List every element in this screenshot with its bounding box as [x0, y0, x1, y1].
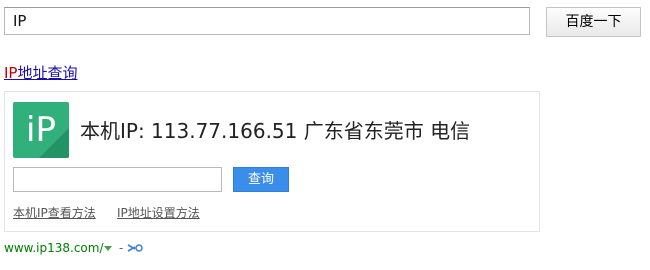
result-title-link[interactable]: IP地址查询 — [4, 63, 78, 83]
dropdown-arrow-icon[interactable] — [104, 246, 112, 251]
ip-logo-text: iP — [26, 110, 56, 150]
footer-separator: - — [119, 241, 124, 255]
result-title-text: 地址查询 — [17, 64, 78, 82]
tool-icon[interactable] — [127, 243, 145, 253]
ip-logo-icon: iP — [13, 102, 69, 158]
result-title-highlight: IP — [4, 64, 18, 82]
ip-query-input[interactable] — [13, 167, 222, 192]
set-ip-link[interactable]: IP地址设置方法 — [117, 205, 200, 221]
source-url: www.ip138.com/ — [4, 241, 104, 255]
view-local-ip-link[interactable]: 本机IP查看方法 — [13, 205, 96, 221]
search-input[interactable] — [4, 7, 530, 35]
ip-query-button[interactable]: 查询 — [233, 167, 289, 192]
search-button[interactable]: 百度一下 — [546, 7, 641, 37]
ip-info-text: 本机IP: 113.77.166.51 广东省东莞市 电信 — [80, 119, 471, 143]
